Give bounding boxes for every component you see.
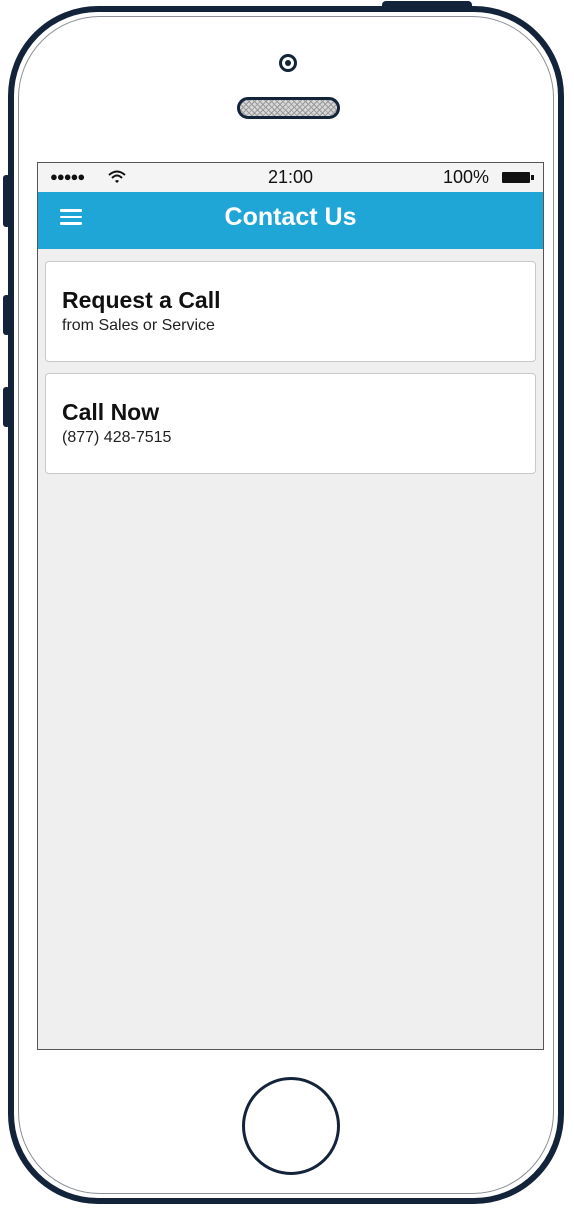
navigation-bar: Contact Us: [38, 192, 543, 249]
power-button: [382, 1, 472, 9]
volume-up-button: [3, 295, 10, 335]
app-screen: ●●●●● 21:00 100% Contact Us Request a Ca…: [37, 162, 544, 1050]
status-bar: ●●●●● 21:00 100%: [38, 163, 543, 192]
front-camera: [279, 54, 297, 72]
home-button[interactable]: [242, 1077, 340, 1175]
page-title: Contact Us: [224, 203, 357, 231]
request-call-card[interactable]: Request a Call from Sales or Service: [45, 261, 536, 362]
call-now-card[interactable]: Call Now (877) 428-7515: [45, 373, 536, 474]
mute-switch: [3, 175, 10, 227]
phone-number: (877) 428-7515: [62, 429, 172, 446]
card-title: Request a Call: [62, 287, 221, 313]
volume-down-button: [3, 387, 10, 427]
card-title: Call Now: [62, 399, 160, 425]
battery-percentage: 100%: [442, 167, 489, 187]
contact-options-list: Request a Call from Sales or Service Cal…: [45, 261, 536, 485]
earpiece-speaker: [237, 97, 340, 119]
card-subtitle: from Sales or Service: [62, 317, 215, 334]
battery-icon: [502, 172, 534, 183]
